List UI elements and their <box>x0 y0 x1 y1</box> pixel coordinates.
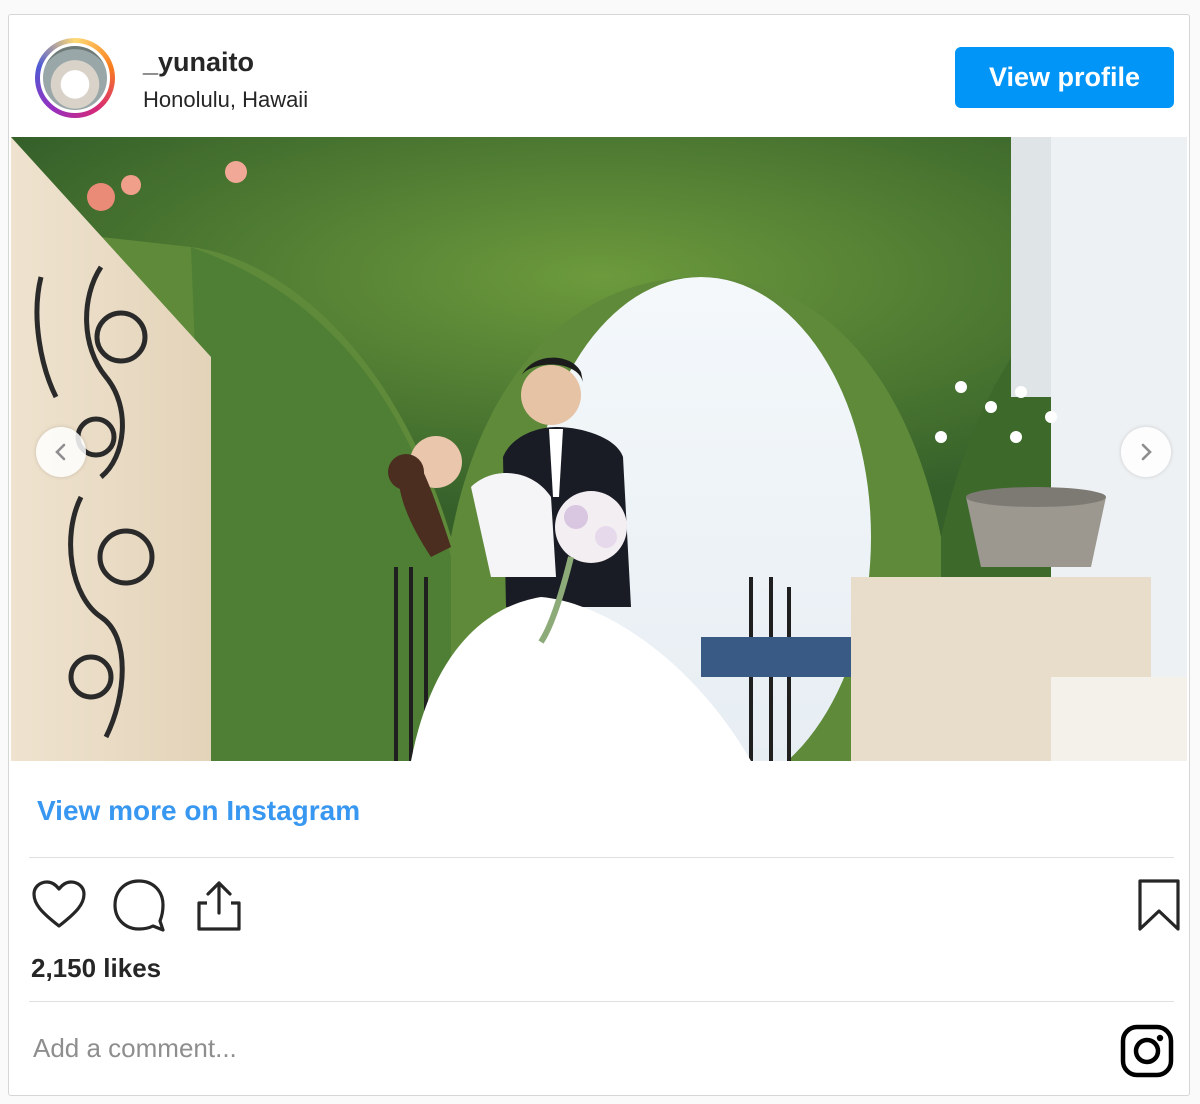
carousel-dot <box>610 717 618 724</box>
username[interactable]: _yunaito <box>143 47 254 78</box>
carousel-dot <box>580 717 588 724</box>
wedding-photo <box>11 137 1187 761</box>
divider <box>29 1001 1174 1002</box>
share-icon <box>197 881 241 931</box>
carousel-dots <box>11 717 1187 724</box>
chevron-left-icon <box>55 443 66 461</box>
location[interactable]: Honolulu, Hawaii <box>143 87 308 113</box>
chevron-right-icon <box>1141 443 1152 461</box>
likes-count[interactable]: 2,150 likes <box>31 953 161 984</box>
carousel-dot-active <box>595 717 603 724</box>
instagram-icon <box>1120 1024 1174 1078</box>
post-photo[interactable] <box>11 137 1187 761</box>
heart-icon <box>32 880 86 928</box>
share-button[interactable] <box>189 875 249 935</box>
save-button[interactable] <box>1129 875 1189 935</box>
post-header: _yunaito Honolulu, Hawaii View profile <box>9 15 1189 137</box>
view-profile-button[interactable]: View profile <box>955 47 1174 108</box>
instagram-link[interactable] <box>1119 1023 1175 1079</box>
bookmark-icon <box>1138 879 1180 931</box>
view-more-link[interactable]: View more on Instagram <box>37 795 360 827</box>
add-comment-field[interactable]: Add a comment... <box>33 1033 1083 1064</box>
instagram-embed-card: _yunaito Honolulu, Hawaii View profile V… <box>8 14 1190 1096</box>
comment-button[interactable] <box>109 875 169 935</box>
next-photo-button[interactable] <box>1121 427 1171 477</box>
like-button[interactable] <box>29 875 89 935</box>
divider <box>29 857 1174 858</box>
previous-photo-button[interactable] <box>36 427 86 477</box>
action-bar <box>29 875 1180 939</box>
avatar[interactable] <box>35 38 115 118</box>
comment-icon <box>113 879 165 932</box>
avatar-image <box>40 43 110 113</box>
